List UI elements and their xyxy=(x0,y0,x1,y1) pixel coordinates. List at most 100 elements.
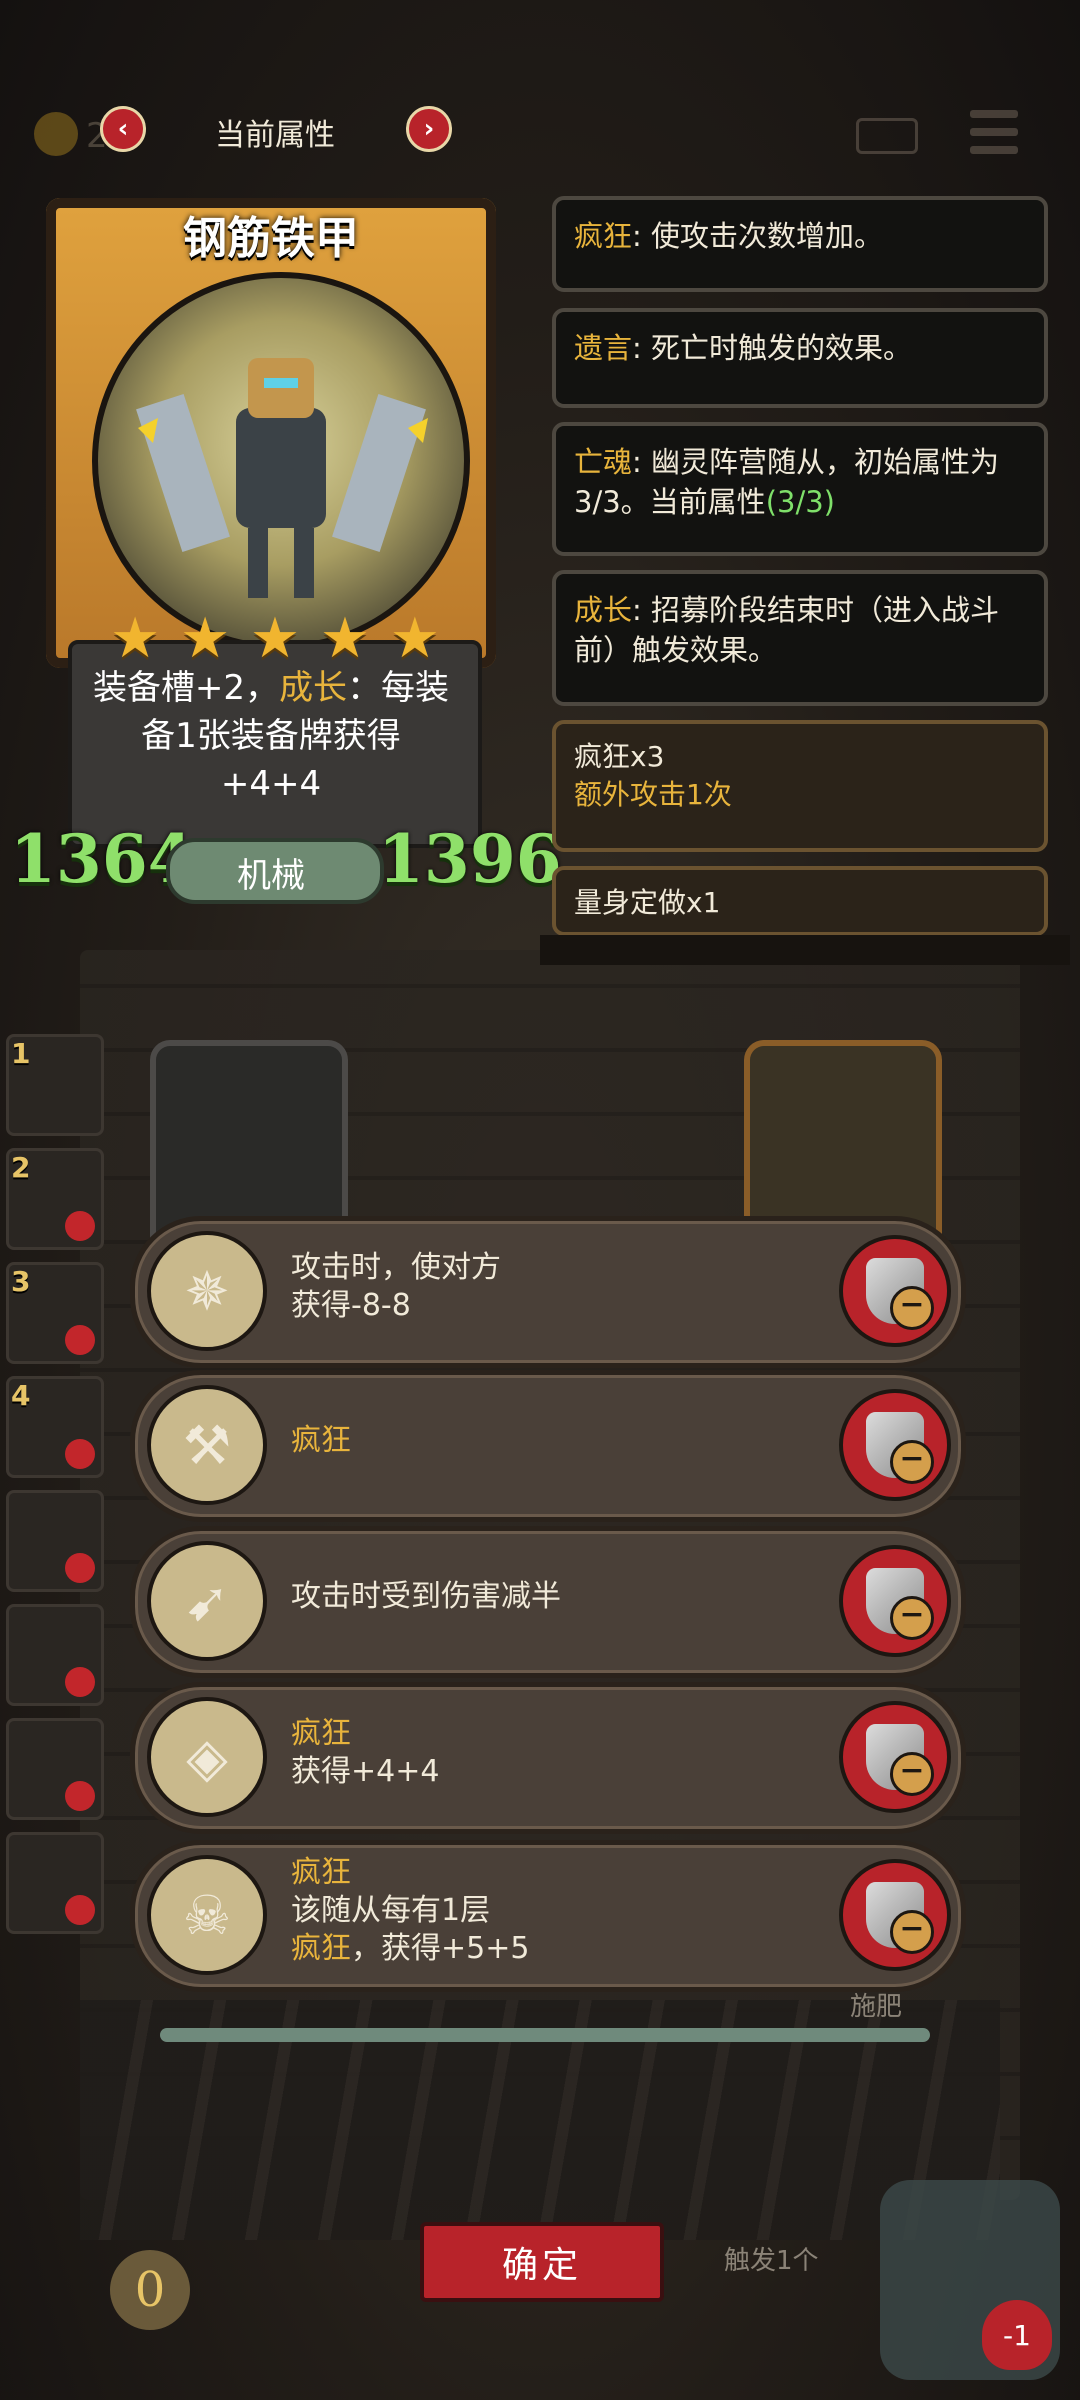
equipment-keyword: 疯狂 xyxy=(291,1931,351,1966)
panel-title: 当前属性 xyxy=(215,118,335,153)
equipment-line: 攻击时受到伤害减半 xyxy=(291,1579,561,1614)
desc-bonus: +4+4 xyxy=(220,764,322,804)
unequip-button[interactable]: − xyxy=(839,1701,951,1813)
roster-slot[interactable]: 3 xyxy=(6,1262,104,1364)
slot-number: 4 xyxy=(11,1379,31,1412)
keyword-name: 疯狂 xyxy=(574,219,633,253)
roster-slot[interactable]: 1 xyxy=(6,1034,104,1136)
prev-button[interactable]: ‹ xyxy=(100,106,146,152)
slot-number: 2 xyxy=(11,1151,31,1184)
star-icon: ★ xyxy=(319,606,371,671)
unequip-button[interactable]: − xyxy=(839,1545,951,1657)
confirm-button[interactable]: 确定 xyxy=(420,2222,664,2302)
trigger-label: 触发1个 xyxy=(724,2246,819,2276)
star-rating: ★ ★ ★ ★ ★ xyxy=(110,606,440,671)
skull-icon xyxy=(65,1325,95,1355)
buff-panel: 疯狂x3 额外攻击1次 xyxy=(552,720,1048,852)
next-button[interactable]: › xyxy=(406,106,452,152)
buff-title: 疯狂x3 xyxy=(574,740,665,773)
equipment-row[interactable]: ◈ 疯狂 获得+4+4 − xyxy=(130,1682,966,1834)
buff-subtitle: 额外攻击1次 xyxy=(574,778,732,811)
unequip-button[interactable]: − xyxy=(839,1859,951,1971)
skull-icon xyxy=(65,1439,95,1469)
equipment-line: ，获得+5+5 xyxy=(351,1931,530,1966)
keyword-panel: 疯狂: 使攻击次数增加。 xyxy=(552,196,1048,292)
keyword-panel: 成长: 招募阶段结束时（进入战斗前）触发效果。 xyxy=(552,570,1048,706)
buff-panel: 量身定做x1 xyxy=(552,866,1048,936)
skull-icon xyxy=(65,1553,95,1583)
roster-slot[interactable]: 2 xyxy=(6,1148,104,1250)
shield-icon: − xyxy=(866,1882,934,1954)
unequip-button[interactable]: − xyxy=(839,1235,951,1347)
health-value: 1396 xyxy=(378,820,562,898)
keyword-panel: 遗言: 死亡时触发的效果。 xyxy=(552,308,1048,408)
card-art xyxy=(92,272,470,650)
gold-counter: 0 xyxy=(110,2250,190,2330)
skull-icon xyxy=(65,1667,95,1697)
unequip-button[interactable]: − xyxy=(839,1389,951,1501)
equipment-keyword: 疯狂 xyxy=(291,1716,351,1751)
keyword-name: 遗言 xyxy=(574,331,633,365)
equipment-text: 疯狂 xyxy=(291,1375,351,1507)
desc-keyword: 成长 xyxy=(279,668,348,708)
mace-icon: ✵ xyxy=(147,1231,267,1351)
equipment-row[interactable]: ☠ 疯狂 该随从每有1层 疯狂，获得+5+5 − xyxy=(130,1840,966,1992)
buff-title: 量身定做x1 xyxy=(574,886,721,919)
roster-slot[interactable] xyxy=(6,1604,104,1706)
keyword-stat: (3/3) xyxy=(765,485,835,519)
chevron-left-icon: ‹ xyxy=(117,114,129,144)
keyword-text: : 死亡时触发的效果。 xyxy=(632,331,913,365)
equipment-row[interactable]: ➹ 攻击时受到伤害减半 − xyxy=(130,1526,966,1678)
roster-slot[interactable]: 4 xyxy=(6,1376,104,1478)
skull-plant-icon: ☠ xyxy=(147,1855,267,1975)
equipment-text: 疯狂 该随从每有1层 疯狂，获得+5+5 xyxy=(291,1845,529,1977)
equipment-row[interactable]: ⚒ 疯狂 − xyxy=(130,1370,966,1522)
menu-icon[interactable] xyxy=(970,110,1018,154)
star-icon: ★ xyxy=(249,606,301,671)
roster-slot[interactable] xyxy=(6,1832,104,1934)
keyword-name: 成长 xyxy=(574,593,633,627)
desc-text: 装备槽+2， xyxy=(92,668,280,708)
shield-icon: − xyxy=(866,1258,934,1330)
skull-icon xyxy=(65,1895,95,1925)
slot-number: 3 xyxy=(11,1265,31,1298)
skull-icon xyxy=(65,1781,95,1811)
star-icon: ★ xyxy=(179,606,231,671)
axe-icon: ⚒ xyxy=(147,1385,267,1505)
tribe-label: 机械 xyxy=(237,856,305,896)
equipment-line: 攻击时，使对方 xyxy=(291,1250,501,1285)
shield-icon: − xyxy=(866,1568,934,1640)
keyword-name: 亡魂 xyxy=(574,445,633,479)
shield-icon: − xyxy=(866,1724,934,1796)
crossbow-icon: ➹ xyxy=(147,1541,267,1661)
skull-icon xyxy=(65,1211,95,1241)
slot-number: 1 xyxy=(11,1037,31,1070)
roster-slot[interactable] xyxy=(6,1490,104,1592)
equipment-text: 攻击时受到伤害减半 xyxy=(291,1531,561,1663)
panel-clip xyxy=(540,935,1070,965)
hero-health: -1 xyxy=(982,2300,1052,2370)
roster-slot[interactable] xyxy=(6,1718,104,1820)
keyword-text: : 使攻击次数增加。 xyxy=(632,219,884,253)
equipment-text: 攻击时，使对方 获得-8-8 xyxy=(291,1221,501,1353)
equipment-keyword: 疯狂 xyxy=(291,1855,351,1890)
equipment-text: 疯狂 获得+4+4 xyxy=(291,1687,439,1819)
hand-divider xyxy=(160,2028,930,2042)
equipment-line: 该随从每有1层 xyxy=(291,1893,491,1928)
chevron-right-icon: › xyxy=(423,114,435,144)
gold-icon xyxy=(34,112,78,156)
card-name: 钢筋铁甲 xyxy=(183,213,359,264)
star-icon: ★ xyxy=(110,606,161,671)
equipment-line: 获得+4+4 xyxy=(291,1754,440,1789)
keyword-panel: 亡魂: 幽灵阵营随从，初始属性为3/3。当前属性(3/3) xyxy=(552,422,1048,556)
star-icon: ★ xyxy=(389,606,440,671)
equipment-row[interactable]: ✵ 攻击时，使对方 获得-8-8 − xyxy=(130,1216,966,1368)
fertilize-label: 施肥 xyxy=(850,1992,903,2022)
shield-icon: − xyxy=(866,1412,934,1484)
keyword-text: : 招募阶段结束时（进入战斗前）触发效果。 xyxy=(574,593,1000,667)
equipment-line: 获得-8-8 xyxy=(291,1288,411,1323)
battery-icon xyxy=(856,118,918,154)
crystal-icon: ◈ xyxy=(147,1697,267,1817)
card-description: 装备槽+2，成长：每装备1张装备牌获得 +4+4 xyxy=(78,664,464,808)
equipment-keyword: 疯狂 xyxy=(291,1423,351,1458)
